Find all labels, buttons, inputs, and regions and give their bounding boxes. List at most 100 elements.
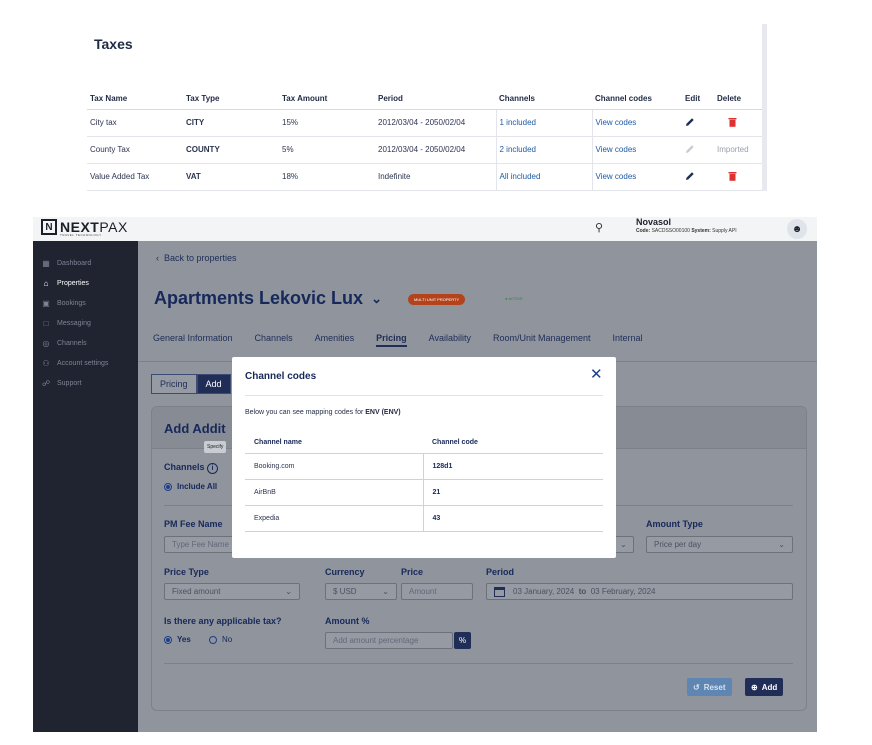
sidebar-item-messaging[interactable]: □ Messaging: [41, 313, 108, 333]
table-row: Booking.com 128d1: [245, 453, 603, 480]
pencil-icon[interactable]: [685, 171, 695, 181]
property-title[interactable]: Apartments Lekovic Lux ⌄: [154, 288, 382, 309]
tab-amenities[interactable]: Amenities: [315, 333, 355, 347]
tax-type: VAT: [183, 163, 279, 191]
tab-room-unit-management[interactable]: Room/Unit Management: [493, 333, 591, 347]
tax-name: County Tax: [87, 136, 183, 164]
tab-general-information[interactable]: General Information: [153, 333, 233, 347]
tax-type: CITY: [183, 109, 279, 137]
sidebar-nav: ▦ Dashboard ⌂ Properties ▣ Bookings □ Messag…: [41, 253, 108, 393]
tab-channels[interactable]: Channels: [255, 333, 293, 347]
col-tax-type: Tax Type: [183, 89, 279, 110]
channel-name: Expedia: [245, 505, 423, 532]
delete-cell: [714, 163, 762, 191]
tax-channels-link[interactable]: 2 included: [495, 136, 592, 164]
back-link[interactable]: ‹ Back to properties: [156, 253, 237, 263]
period-to-word: to: [578, 587, 587, 596]
modal-description: Below you can see mapping codes for ENV …: [245, 409, 401, 416]
status-badge: ● ACTIVE: [505, 296, 523, 301]
channel-codes-modal: Channel codes ✕ Below you can see mappin…: [232, 357, 616, 558]
sidebar-item-label: Support: [57, 379, 82, 387]
user-name: Novasol: [636, 217, 672, 227]
amount-type-select[interactable]: Price per day ⌄: [646, 536, 793, 553]
price-label: Price: [401, 567, 424, 577]
user-avatar-icon[interactable]: ☻: [787, 219, 807, 239]
building-icon: ⌂: [43, 278, 49, 288]
col-channel-name: Channel name: [245, 433, 423, 454]
reset-icon: ↺: [693, 682, 700, 692]
trash-icon[interactable]: [728, 171, 737, 181]
tax-question-label: Is there any applicable tax?: [164, 616, 282, 626]
price-type-select[interactable]: Fixed amount ⌄: [164, 583, 300, 600]
close-icon[interactable]: ✕: [590, 365, 603, 383]
currency-label: Currency: [325, 567, 365, 577]
tax-amount: 5%: [279, 136, 375, 164]
tax-channels-link[interactable]: 1 included: [495, 109, 592, 137]
col-edit: Edit: [682, 89, 714, 110]
table-row: City tax CITY 15% 2012/03/04 - 2050/02/0…: [87, 109, 762, 137]
tax-name: Value Added Tax: [87, 163, 183, 191]
radio-dot: [164, 482, 172, 491]
col-channel-codes: Channel codes: [592, 89, 682, 110]
price-type-value: Fixed amount: [172, 587, 221, 596]
edit-cell: [682, 163, 714, 191]
taxes-header-row: Tax Name Tax Type Tax Amount Period Chan…: [87, 89, 762, 110]
plus-circle-icon: ⊕: [751, 682, 758, 692]
chevron-down-icon: ⌄: [620, 540, 627, 549]
col-tax-name: Tax Name: [87, 89, 183, 110]
tax-no-radio[interactable]: No: [209, 635, 232, 644]
sidebar-item-properties[interactable]: ⌂ Properties: [41, 273, 108, 293]
globe-icon: ◎: [42, 338, 50, 348]
sidebar-item-account-settings[interactable]: ⚇ Account settings: [41, 353, 108, 373]
sidebar-item-support[interactable]: ☍ Support: [41, 373, 108, 393]
tab-internal[interactable]: Internal: [613, 333, 643, 347]
search-icon[interactable]: ⚲: [595, 221, 603, 234]
property-tabs: General Information Channels Amenities P…: [153, 333, 665, 347]
period-from: 03 January, 2024: [513, 587, 575, 596]
tax-channels-link[interactable]: All included: [495, 163, 592, 191]
chevron-left-icon: ‹: [156, 253, 159, 263]
trash-icon[interactable]: [728, 117, 737, 127]
view-codes-link[interactable]: View codes: [591, 136, 682, 164]
include-all-radio[interactable]: Include All: [164, 482, 217, 491]
chat-icon: □: [43, 318, 49, 328]
info-icon[interactable]: i: [207, 463, 219, 474]
sidebar-item-label: Bookings: [57, 299, 86, 307]
reset-label: Reset: [703, 682, 726, 692]
tab-pricing[interactable]: Pricing: [376, 333, 407, 347]
currency-select[interactable]: $ USD ⌄: [325, 583, 397, 600]
tax-yes-radio[interactable]: Yes: [164, 635, 191, 644]
include-all-label: Include All: [177, 482, 218, 491]
reset-button[interactable]: ↺ Reset: [687, 678, 732, 696]
pencil-icon[interactable]: [685, 117, 695, 127]
percent-addon: %: [454, 632, 471, 649]
user-code-label: Code:: [636, 228, 651, 234]
view-codes-link[interactable]: View codes: [591, 163, 682, 191]
amount-pct-input[interactable]: Add amount percentage: [325, 632, 453, 649]
radio-dot: [164, 635, 172, 644]
edit-cell: [682, 109, 714, 137]
table-row: Expedia 43: [245, 505, 603, 532]
sidebar-item-channels[interactable]: ◎ Channels: [41, 333, 108, 353]
pm-fee-label: PM Fee Name: [164, 519, 223, 529]
calendar-icon: [494, 586, 505, 597]
view-codes-link[interactable]: View codes: [591, 109, 682, 137]
channel-code: 43: [422, 505, 603, 532]
price-input[interactable]: Amount: [401, 583, 473, 600]
radio-dot: [209, 635, 217, 644]
tab-availability[interactable]: Availability: [429, 333, 471, 347]
col-delete: Delete: [714, 89, 762, 110]
back-link-label: Back to properties: [164, 253, 237, 263]
add-button[interactable]: ⊕ Add: [745, 678, 784, 696]
logo-subtitle: TRAVEL TECHNOLOGY: [60, 233, 102, 237]
sidebar-item-bookings[interactable]: ▣ Bookings: [41, 293, 108, 313]
period-label: Period: [486, 567, 515, 577]
modal-desc-prefix: Below you can see mapping codes for: [245, 409, 364, 416]
subtab-pricing[interactable]: Pricing: [151, 374, 197, 394]
sidebar-item-dashboard[interactable]: ▦ Dashboard: [41, 253, 108, 273]
calendar-icon: ▣: [42, 298, 50, 308]
period-date-range[interactable]: 03 January, 2024 to 03 February, 2024: [486, 583, 793, 600]
channel-codes-table: Channel name Channel code Booking.com 12…: [245, 433, 603, 532]
sidebar-item-label: Messaging: [57, 319, 91, 327]
subtab-add[interactable]: Add: [196, 374, 231, 394]
